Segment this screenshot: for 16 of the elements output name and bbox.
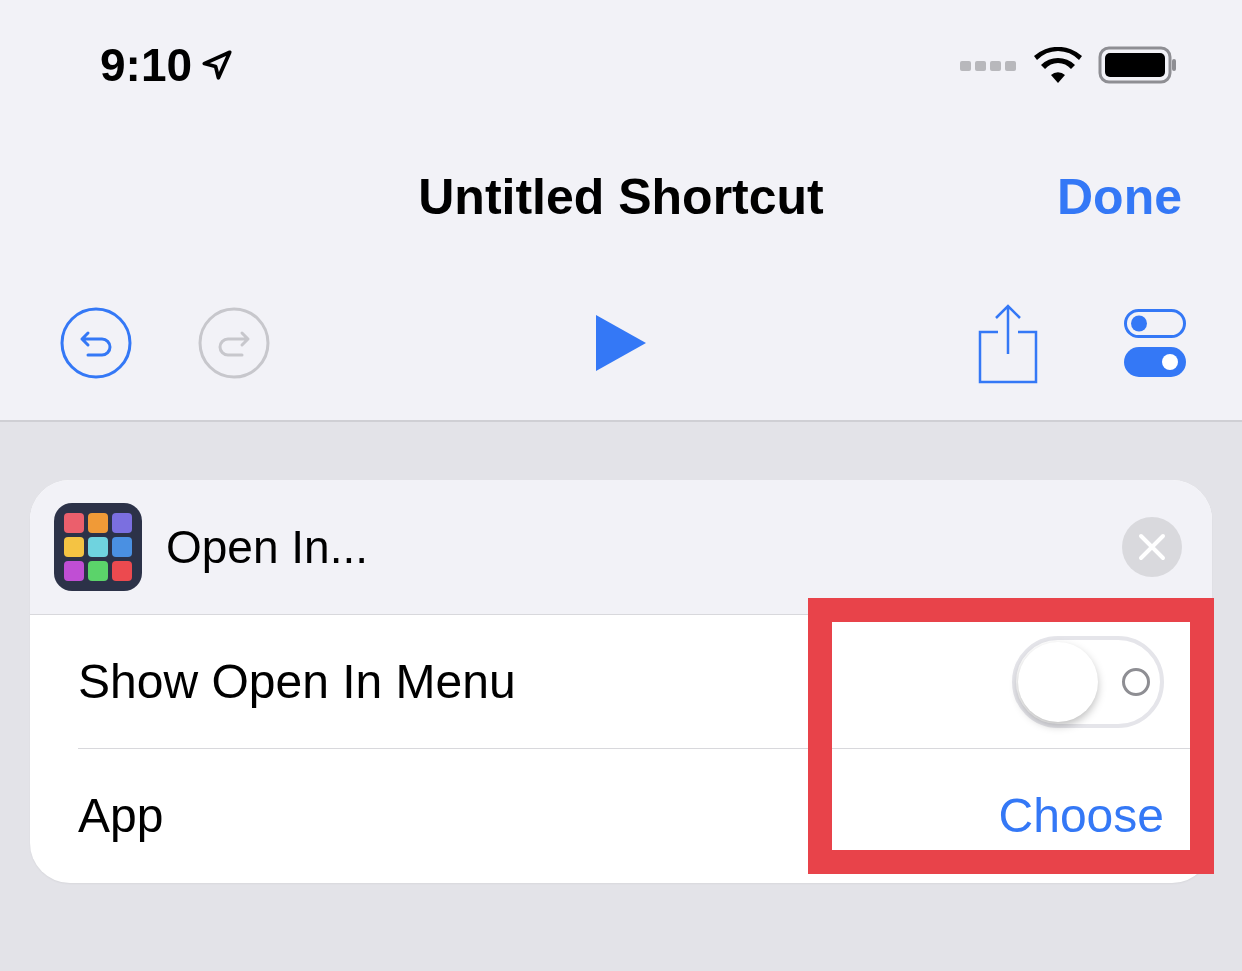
row-label: Show Open In Menu [78, 653, 516, 710]
undo-button[interactable] [60, 306, 132, 379]
status-time: 9:10 [100, 37, 193, 93]
app-grid-icon [54, 503, 142, 591]
action-title: Open In... [166, 519, 368, 575]
play-button[interactable] [594, 312, 648, 373]
battery-icon [1098, 46, 1178, 84]
settings-toggles-button[interactable] [1124, 308, 1186, 377]
choose-link[interactable]: Choose [998, 780, 1164, 852]
wifi-icon [1034, 47, 1082, 83]
done-button[interactable]: Done [1057, 160, 1182, 235]
row-label: App [78, 788, 164, 844]
cellular-signal-icon [960, 59, 1018, 71]
close-icon [1138, 533, 1166, 561]
nav-title: Untitled Shortcut [418, 168, 824, 227]
location-arrow-icon [200, 48, 235, 82]
